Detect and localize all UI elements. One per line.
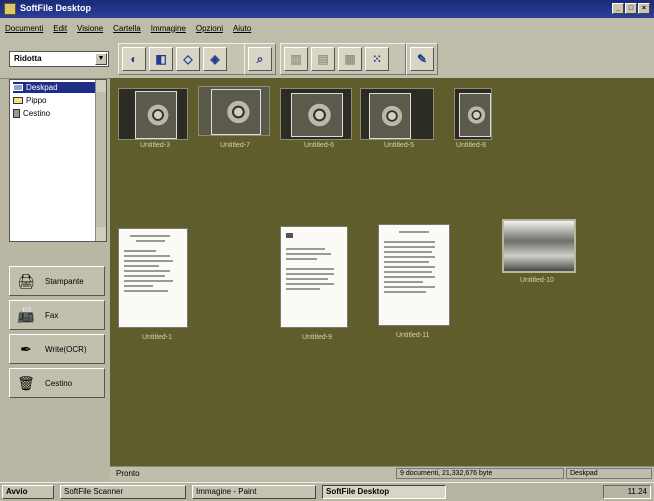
menu-bar: Documenti Edit Visione Cartella Immagine… (0, 18, 654, 38)
taskbar: Avvio SoftFile Scanner Immagine - Paint … (0, 482, 654, 501)
document-count: 9 documenti, 21,332,676 byte (396, 468, 564, 479)
thumbnail-label: Untitled-3 (140, 142, 170, 149)
menu-cartella[interactable]: Cartella (108, 24, 146, 33)
thumbnail-label: Untitled-6 (304, 142, 334, 149)
start-button[interactable]: Avvio (2, 485, 54, 499)
menu-immagine[interactable]: Immagine (146, 24, 191, 33)
thumbnail-untitled-5[interactable] (360, 88, 434, 140)
two-page-view-icon[interactable]: ◧ (149, 47, 173, 71)
tree-scrollbar[interactable] (95, 80, 106, 241)
chevron-down-icon[interactable]: ▼ (95, 53, 107, 65)
tree-item-label: Pippo (26, 96, 47, 105)
page-view-icon[interactable]: ◐ (122, 47, 146, 71)
tree-item-deskpad[interactable]: Deskpad (13, 82, 95, 93)
brush-icon[interactable]: ✎ (410, 47, 434, 71)
trash-icon: 🗑 (17, 374, 35, 391)
task-paint[interactable]: Immagine - Paint (192, 485, 316, 499)
folder-tree: Deskpad Pippo Cestino (9, 79, 107, 242)
toolbar-group-views: ◐ ◧ ◇ ◈ (118, 43, 246, 75)
menu-visione[interactable]: Visione (72, 24, 108, 33)
grid-icon[interactable]: ⁙ (365, 47, 389, 71)
tree-item-label: Cestino (23, 109, 51, 118)
tree-item-cestino[interactable]: Cestino (13, 108, 50, 119)
thumbnail-label: Untitled-9 (302, 334, 332, 341)
rotate-right-icon[interactable]: ◈ (203, 47, 227, 71)
toolbar-group-clean: ✎ (406, 43, 438, 75)
window-controls: _ □ × (612, 3, 650, 14)
deskpad-workspace[interactable]: Untitled-3 Untitled-7 Untitled-6 Untitle… (110, 78, 654, 466)
status-text: Pronto (116, 469, 140, 478)
maximize-button[interactable]: □ (625, 3, 637, 14)
title-bar: SoftFile Desktop _ □ × (0, 0, 654, 18)
menu-edit[interactable]: Edit (48, 24, 72, 33)
thumbnail-label: Untitled-10 (520, 277, 554, 284)
thumbnail-label: Untitled-1 (142, 334, 172, 341)
thumbnail-untitled-3[interactable] (118, 88, 188, 140)
scrollbar-thumb[interactable] (96, 92, 106, 227)
minimize-button[interactable]: _ (612, 3, 624, 14)
thumbnail-untitled-1[interactable] (118, 228, 188, 328)
status-bar: Pronto 9 documenti, 21,332,676 byte Desk… (110, 466, 654, 481)
folder-icon (13, 97, 23, 104)
deskpad-icon (13, 84, 23, 91)
toolbar-group-layout: ▥ ▤ ▦ ⁙ (280, 43, 406, 75)
thumbnail-label: Untitled-8 (456, 142, 486, 149)
clock: 11.24 (603, 485, 651, 499)
rotate-left-icon[interactable]: ◇ (176, 47, 200, 71)
zoom-icon[interactable]: ⌕ (248, 47, 272, 71)
menu-aiuto[interactable]: Aiuto (228, 24, 256, 33)
tree-item-pippo[interactable]: Pippo (13, 95, 46, 106)
thumbnail-untitled-9[interactable] (280, 226, 348, 328)
action-panel: 🖨 Stampante 📠 Fax ✒ Write(OCR) 🗑 Cestino (9, 260, 107, 412)
printer-label: Stampante (45, 276, 84, 286)
thumbnail-untitled-8[interactable] (454, 88, 492, 140)
thumbnail-untitled-7[interactable] (198, 86, 270, 136)
close-button[interactable]: × (638, 3, 650, 14)
tree-item-label: Deskpad (26, 83, 58, 92)
thumbnail-label: Untitled-5 (384, 142, 414, 149)
printer-button[interactable]: 🖨 Stampante (9, 266, 105, 296)
fax-button[interactable]: 📠 Fax (9, 300, 105, 330)
menu-opzioni[interactable]: Opzioni (191, 24, 228, 33)
current-location: Deskpad (566, 468, 652, 479)
app-icon (4, 3, 16, 15)
trash-label: Cestino (45, 378, 73, 388)
view-select[interactable]: Ridotta ▼ (9, 51, 109, 67)
fax-icon: 📠 (17, 306, 35, 323)
thumbnail-label: Untitled-7 (220, 142, 250, 149)
cascade-icon[interactable]: ▦ (338, 47, 362, 71)
trash-icon (13, 109, 20, 118)
window-title: SoftFile Desktop (20, 3, 92, 13)
toolbar-group-zoom: ⌕ (244, 43, 276, 75)
task-softfile-desktop[interactable]: SoftFile Desktop (322, 485, 446, 499)
pen-icon: ✒ (20, 340, 32, 357)
view-select-value: Ridotta (14, 54, 42, 63)
printer-icon: 🖨 (17, 272, 35, 289)
thumbnail-label: Untitled-11 (396, 332, 430, 339)
ocr-button[interactable]: ✒ Write(OCR) (9, 334, 105, 364)
thumbnail-untitled-6[interactable] (280, 88, 352, 140)
ocr-label: Write(OCR) (45, 344, 87, 354)
task-softfile-scanner[interactable]: SoftFile Scanner (60, 485, 186, 499)
unstack-icon[interactable]: ▤ (311, 47, 335, 71)
menu-documenti[interactable]: Documenti (0, 24, 48, 33)
thumbnail-untitled-11[interactable] (378, 224, 450, 326)
stack-icon[interactable]: ▥ (284, 47, 308, 71)
toolbar: Ridotta ▼ ◐ ◧ ◇ ◈ ⌕ ▥ ▤ ▦ ⁙ ✎ (0, 38, 654, 79)
fax-label: Fax (45, 310, 59, 320)
trash-button[interactable]: 🗑 Cestino (9, 368, 105, 398)
thumbnail-untitled-10[interactable] (502, 219, 576, 273)
